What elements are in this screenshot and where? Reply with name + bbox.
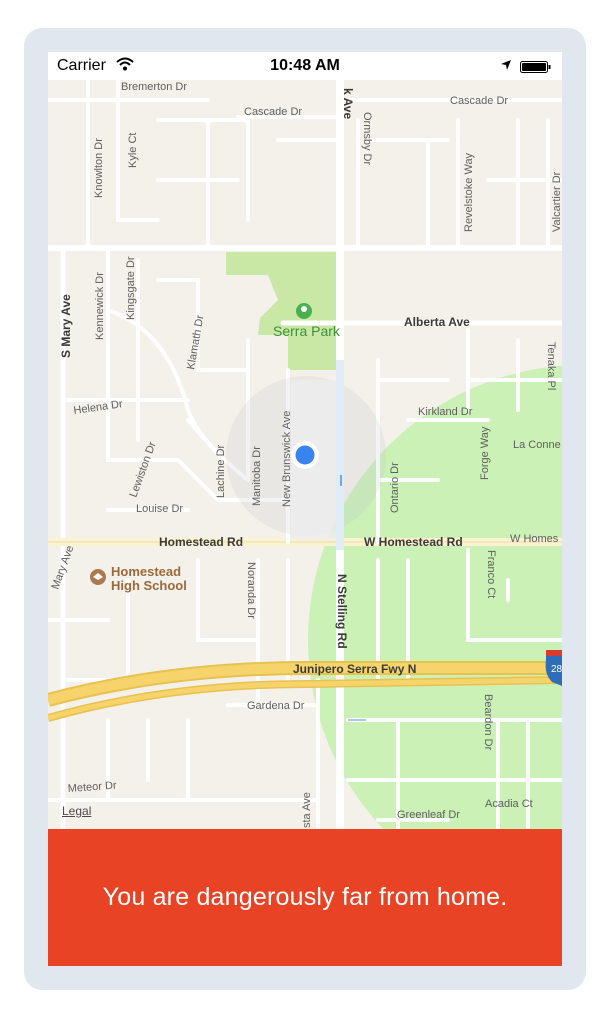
school-label-line1: Homestead xyxy=(111,564,181,579)
street-label: Tenaka Pl xyxy=(545,342,557,390)
street-label: Cascade Dr xyxy=(450,95,508,107)
street-label: Cascade Dr xyxy=(244,106,302,118)
park-label: Serra Park xyxy=(273,323,341,339)
status-bar: Carrier 10:48 AM xyxy=(48,52,562,80)
street-label: Manitoba Dr xyxy=(251,446,263,506)
street-label: Valcartier Dr xyxy=(551,171,562,232)
street-label: Ontario Dr xyxy=(389,462,401,513)
map-canvas: 28 Bremerton Dr Cascade Dr Cascade Dr k … xyxy=(48,80,562,829)
street-label: New Brunswick Ave xyxy=(281,411,293,507)
street-label: sta Ave xyxy=(301,792,313,828)
street-label: W Homestead Rd xyxy=(364,535,463,549)
street-label: Kingsgate Dr xyxy=(125,256,137,320)
alert-message: You are dangerously far from home. xyxy=(102,883,508,911)
school-label-line2: High School xyxy=(111,578,187,593)
street-label: Kirkland Dr xyxy=(418,406,473,418)
street-label: Greenleaf Dr xyxy=(397,809,460,821)
location-arrow-icon xyxy=(500,58,512,76)
street-label: Junipero Serra Fwy N xyxy=(293,662,416,676)
user-location-dot xyxy=(291,441,319,469)
street-label: Beardon Dr xyxy=(482,694,494,751)
street-label: Kyle Ct xyxy=(127,133,139,168)
map-view[interactable]: 28 Bremerton Dr Cascade Dr Cascade Dr k … xyxy=(48,80,562,829)
street-label: Ormsby Dr xyxy=(361,112,373,166)
street-label: Kennewick Dr xyxy=(94,272,106,340)
legal-link[interactable]: Legal xyxy=(62,804,91,818)
highway-shield-number: 28 xyxy=(551,664,562,675)
school-icon xyxy=(90,569,106,585)
street-label: Gardena Dr xyxy=(247,700,305,712)
street-label: Noranda Dr xyxy=(245,562,257,619)
street-label: Knowlton Dr xyxy=(93,138,105,198)
street-label: La Conne xyxy=(513,439,561,451)
street-label: Alberta Ave xyxy=(404,315,470,329)
alert-banner: You are dangerously far from home. xyxy=(48,829,562,966)
phone-screen: Carrier 10:48 AM 28 Bremerton Dr Cascade… xyxy=(48,52,562,966)
street-label: Revelstoke Way xyxy=(463,152,475,232)
street-label: Louise Dr xyxy=(136,503,183,515)
street-label: Acadia Ct xyxy=(485,798,533,810)
street-label: Forge Way xyxy=(479,426,491,480)
street-label: Franco Ct xyxy=(485,550,497,598)
street-label: W Homes xyxy=(510,533,559,545)
street-label: Homestead Rd xyxy=(159,535,243,549)
battery-icon xyxy=(520,60,552,78)
clock: 10:48 AM xyxy=(270,57,340,74)
park-pin-icon xyxy=(296,303,312,319)
street-label: S Mary Ave xyxy=(59,294,73,358)
street-label: k Ave xyxy=(341,88,355,119)
street-label: Lachine Dr xyxy=(215,444,227,498)
street-label: N Stelling Rd xyxy=(335,574,349,649)
street-label: Bremerton Dr xyxy=(121,81,187,93)
